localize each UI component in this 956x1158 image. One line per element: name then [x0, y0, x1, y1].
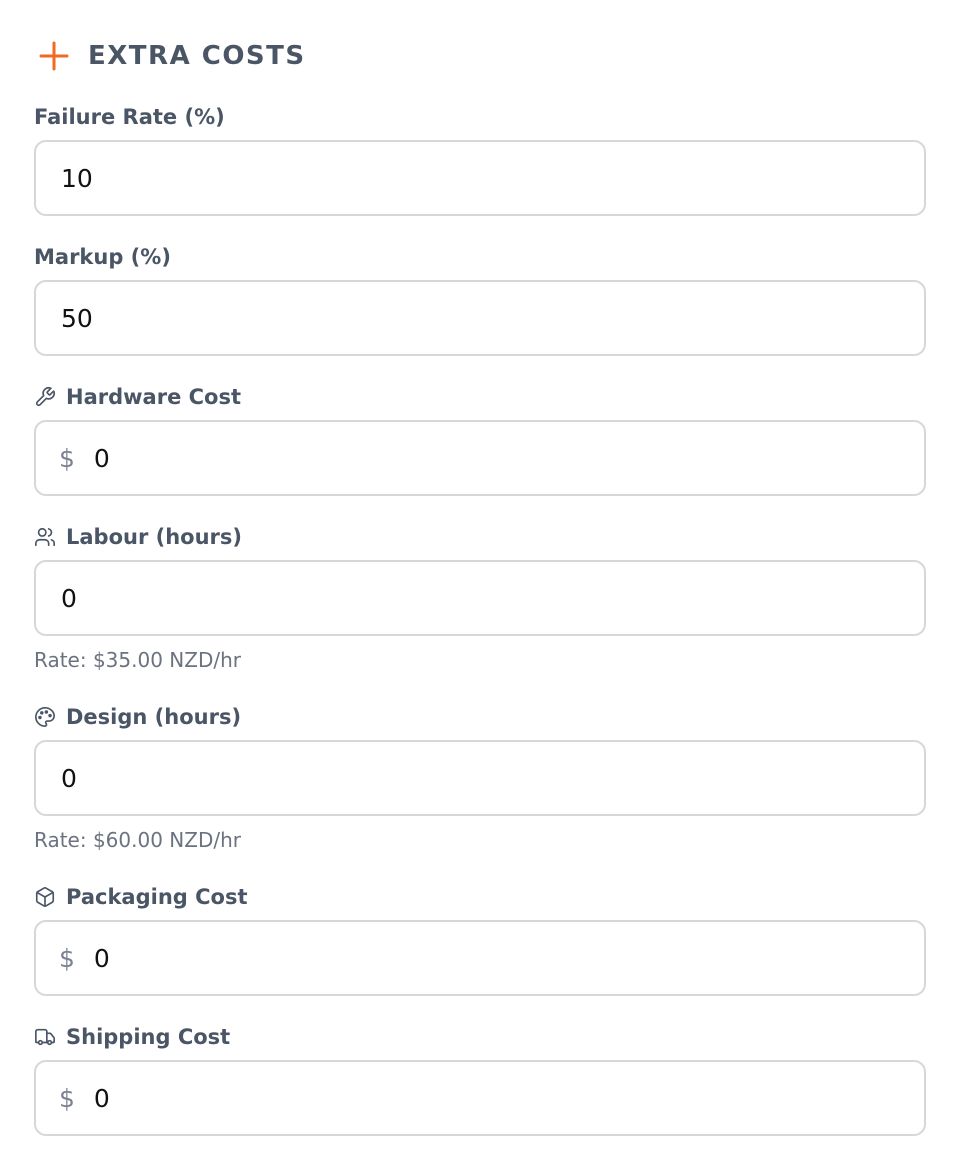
currency-symbol: $ [59, 943, 75, 973]
packaging-cost-label: Packaging Cost [34, 884, 926, 910]
truck-icon [34, 1026, 56, 1048]
users-icon [34, 526, 56, 548]
failure-rate-value: 10 [61, 163, 93, 193]
currency-symbol: $ [59, 443, 75, 473]
hardware-cost-field: Hardware Cost $ 0 [34, 384, 926, 496]
failure-rate-field: Failure Rate (%) 10 [34, 104, 926, 216]
packaging-cost-field: Packaging Cost $ 0 [34, 884, 926, 996]
labour-hours-value: 0 [61, 583, 77, 613]
packaging-cost-value: 0 [93, 943, 110, 973]
failure-rate-input[interactable]: 10 [34, 140, 926, 216]
labour-hours-label-text: Labour (hours) [66, 525, 243, 549]
hardware-cost-label-text: Hardware Cost [66, 385, 241, 409]
section-header: EXTRA COSTS [37, 36, 306, 76]
shipping-cost-label-text: Shipping Cost [66, 1025, 231, 1049]
box-icon [34, 886, 56, 908]
labour-rate-hint: Rate: $35.00 NZD/hr [34, 648, 241, 672]
currency-symbol: $ [59, 1083, 75, 1113]
failure-rate-label-text: Failure Rate (%) [34, 105, 225, 129]
wrench-icon [34, 386, 56, 408]
hardware-cost-label: Hardware Cost [34, 384, 926, 410]
design-hours-value: 0 [61, 763, 77, 793]
hardware-cost-value: 0 [93, 443, 110, 473]
packaging-cost-input[interactable]: $ 0 [34, 920, 926, 996]
markup-field: Markup (%) 50 [34, 244, 926, 356]
design-hours-field: Design (hours) 0 Rate: $60.00 NZD/hr [34, 704, 926, 852]
design-rate-hint: Rate: $60.00 NZD/hr [34, 828, 241, 852]
markup-input[interactable]: 50 [34, 280, 926, 356]
shipping-cost-value: 0 [93, 1083, 110, 1113]
extra-costs-panel: EXTRA COSTS Failure Rate (%) 10 Markup (… [0, 0, 956, 1158]
design-hours-label: Design (hours) [34, 704, 926, 730]
shipping-cost-input[interactable]: $ 0 [34, 1060, 926, 1136]
labour-hours-field: Labour (hours) 0 Rate: $35.00 NZD/hr [34, 524, 926, 672]
markup-label-text: Markup (%) [34, 245, 171, 269]
section-title: EXTRA COSTS [88, 41, 306, 71]
shipping-cost-field: Shipping Cost $ 0 [34, 1024, 926, 1136]
plus-icon [37, 39, 71, 73]
labour-hours-label: Labour (hours) [34, 524, 926, 550]
shipping-cost-label: Shipping Cost [34, 1024, 926, 1050]
markup-label: Markup (%) [34, 244, 926, 270]
labour-hours-input[interactable]: 0 [34, 560, 926, 636]
packaging-cost-label-text: Packaging Cost [66, 885, 248, 909]
failure-rate-label: Failure Rate (%) [34, 104, 926, 130]
design-hours-label-text: Design (hours) [66, 705, 242, 729]
palette-icon [34, 706, 56, 728]
markup-value: 50 [61, 303, 93, 333]
design-hours-input[interactable]: 0 [34, 740, 926, 816]
hardware-cost-input[interactable]: $ 0 [34, 420, 926, 496]
